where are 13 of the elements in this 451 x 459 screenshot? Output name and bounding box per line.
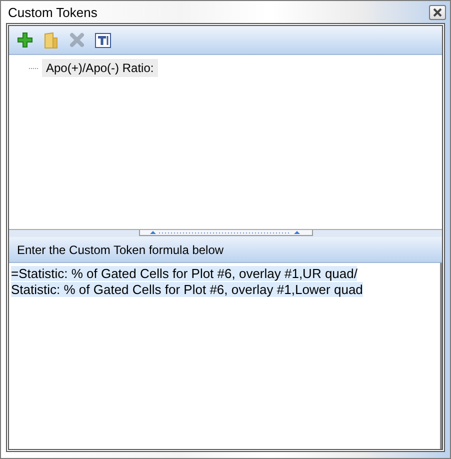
tree-item[interactable]: Apo(+)/Apo(-) Ratio: <box>42 59 158 77</box>
close-icon <box>433 8 442 16</box>
delete-icon <box>69 32 85 48</box>
formula-label: Enter the Custom Token formula below <box>9 237 442 263</box>
close-button[interactable] <box>429 4 446 20</box>
formula-field[interactable]: =Statistic: % of Gated Cells for Plot #6, overlay #1,UR quad/ Statistic: % of Gated Cells for Plot #6, overlay #1,Lower quad <box>9 263 442 449</box>
plus-icon <box>17 32 33 48</box>
toolbar-button[interactable] <box>93 30 113 50</box>
window-title: Custom Tokens <box>7 4 98 20</box>
folder-icon <box>44 32 58 48</box>
text-icon <box>95 32 111 48</box>
splitter-handle[interactable] <box>138 230 312 236</box>
toolbar-button[interactable] <box>15 30 35 50</box>
